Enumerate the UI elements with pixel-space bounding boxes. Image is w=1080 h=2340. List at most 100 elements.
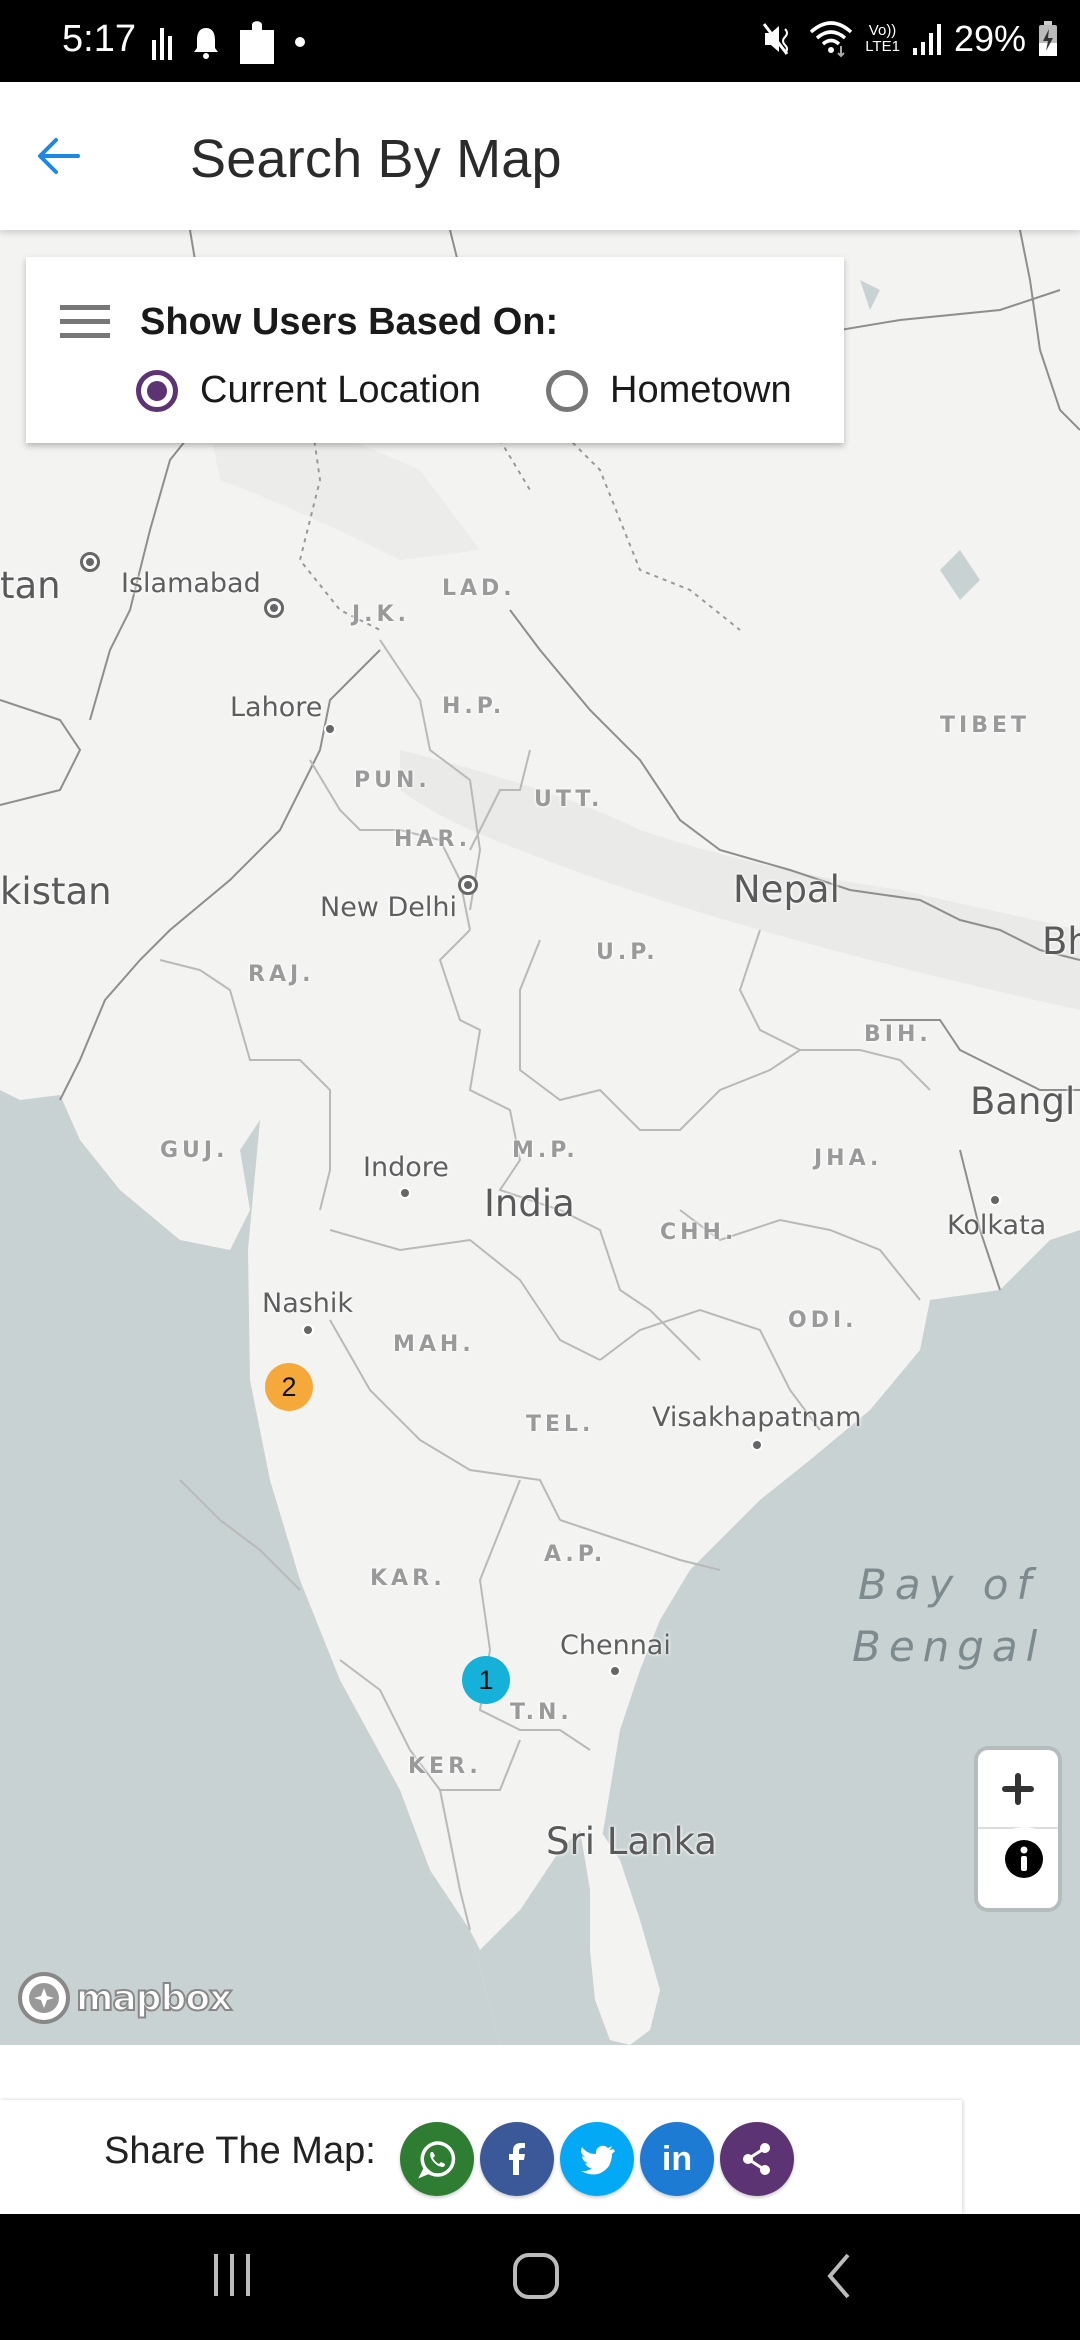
share-label: Share The Map: <box>104 2130 376 2172</box>
map-label-region: MAH. <box>393 1332 475 1357</box>
map-label-region: M.P. <box>512 1138 579 1163</box>
map-label-city: Visakhapatnam <box>652 1402 862 1433</box>
map-label-city: Kolkata <box>947 1210 1047 1241</box>
radio-current-location[interactable]: Current Location <box>136 369 481 412</box>
back-button[interactable] <box>30 126 90 186</box>
home-icon <box>513 2253 559 2299</box>
map-label-country: Bangl <box>970 1080 1076 1123</box>
share-linkedin-button[interactable]: in <box>640 2122 714 2196</box>
capital-marker <box>458 875 478 895</box>
signal-icon <box>912 24 941 55</box>
map-label-region: U.P. <box>596 940 659 965</box>
map-label-region: H.P. <box>442 694 506 719</box>
city-marker <box>751 1439 763 1451</box>
city-marker <box>399 1187 411 1199</box>
city-marker <box>302 1324 314 1336</box>
nav-recents-button[interactable] <box>210 2252 256 2303</box>
map-label-region: KAR. <box>370 1566 446 1591</box>
cluster-count: 1 <box>478 1664 494 1695</box>
map-label-region: PUN. <box>354 768 431 793</box>
radio-label: Hometown <box>610 369 792 411</box>
map-label-region: TIBET <box>940 713 1030 738</box>
city-marker <box>324 723 336 735</box>
status-bar: 5:17 Vo)) LTE1 29% <box>0 0 1080 82</box>
info-icon <box>1005 1840 1043 1878</box>
cluster-count: 2 <box>281 1371 297 1402</box>
share-whatsapp-button[interactable] <box>400 2122 474 2196</box>
radio-checked-icon <box>136 369 178 412</box>
map-label-country: kistan <box>0 870 112 913</box>
map-label-region: T.N. <box>510 1700 573 1725</box>
mapbox-wordmark: mapbox <box>75 1977 233 2020</box>
map-label-country: tan <box>0 564 61 607</box>
capital-marker <box>264 598 284 618</box>
share-more-button[interactable] <box>720 2122 794 2196</box>
mute-icon <box>762 23 789 55</box>
share-bar: Share The Map: in <box>0 2100 962 2214</box>
dot-icon <box>295 37 305 47</box>
map-label-region: JHA. <box>814 1146 883 1171</box>
puzzle-icon <box>240 21 274 64</box>
map-label-region: J.K. <box>352 602 410 627</box>
wifi-icon <box>810 21 853 58</box>
bell-icon <box>194 28 218 59</box>
zoom-in-button[interactable] <box>978 1750 1058 1829</box>
battery-charging-icon <box>1039 21 1057 56</box>
filter-card: Show Users Based On: Current Location Ho… <box>26 257 844 443</box>
share-facebook-button[interactable] <box>480 2122 554 2196</box>
capital-marker <box>80 552 100 572</box>
city-marker <box>609 1665 621 1677</box>
map-label-city: New Delhi <box>320 892 457 923</box>
map-label-sea: Bengal <box>852 1622 1046 1671</box>
share-icon <box>743 2143 770 2175</box>
map-label-sea: Bay of <box>858 1560 1040 1609</box>
recents-icon <box>214 2254 250 2296</box>
map-label-city: Indore <box>363 1152 449 1183</box>
hamburger-icon[interactable] <box>60 305 110 339</box>
map-label-region: UTT. <box>534 787 604 812</box>
map-label-region: RAJ. <box>248 962 315 987</box>
radio-label: Current Location <box>200 369 481 411</box>
map-label-region: HAR. <box>394 827 472 852</box>
map-label-city: Chennai <box>560 1630 671 1661</box>
plus-icon <box>1002 1772 1034 1805</box>
share-twitter-button[interactable] <box>560 2122 634 2196</box>
twitter-icon <box>581 2145 615 2175</box>
facebook-icon <box>509 2143 525 2175</box>
user-cluster-marker[interactable]: 1 <box>462 1656 510 1704</box>
map-label-city: Nashik <box>262 1288 354 1319</box>
battery-percent: 29% <box>953 18 1026 59</box>
activity-bars-icon <box>152 28 172 60</box>
map-label-region: LAD. <box>442 576 516 601</box>
map-label-city: Lahore <box>230 692 323 723</box>
map-view[interactable]: Kabul tan Islamabad LAD. J.K. Lahore H.P… <box>0 230 1080 2045</box>
map-label-city: Islamabad <box>121 568 261 599</box>
nav-back-button[interactable] <box>822 2252 856 2305</box>
mapbox-logo[interactable]: mapbox <box>16 1970 233 2026</box>
radio-unchecked-icon <box>546 369 588 412</box>
page-title: Search By Map <box>190 129 562 189</box>
user-cluster-marker[interactable]: 2 <box>265 1363 313 1411</box>
map-label-region: ODI. <box>788 1308 858 1333</box>
mapbox-logo-icon <box>18 1972 70 2024</box>
map-label-country: Nepal <box>733 868 840 911</box>
back-icon <box>827 2253 850 2299</box>
whatsapp-icon <box>418 2141 456 2179</box>
system-nav-bar <box>0 2214 1080 2340</box>
arrow-left-icon <box>38 138 80 174</box>
radio-hometown[interactable]: Hometown <box>546 369 792 412</box>
attribution-info-button[interactable] <box>992 1827 1056 1891</box>
map-label-region: GUJ. <box>160 1138 229 1163</box>
linkedin-icon: in <box>661 2139 693 2178</box>
nav-home-button[interactable] <box>512 2252 560 2305</box>
map-label-country: India <box>484 1182 575 1225</box>
status-time: 5:17 <box>62 18 136 60</box>
map-label-country: Bh <box>1042 920 1080 963</box>
city-marker <box>989 1194 1001 1206</box>
map-label-region: A.P. <box>544 1542 607 1567</box>
map-label-region: TEL. <box>526 1412 595 1437</box>
volte-icon: Vo)) LTE1 <box>865 22 900 55</box>
map-label-region: CHH. <box>660 1220 738 1245</box>
filter-title: Show Users Based On: <box>140 301 559 343</box>
map-label-region: KER. <box>408 1754 482 1779</box>
